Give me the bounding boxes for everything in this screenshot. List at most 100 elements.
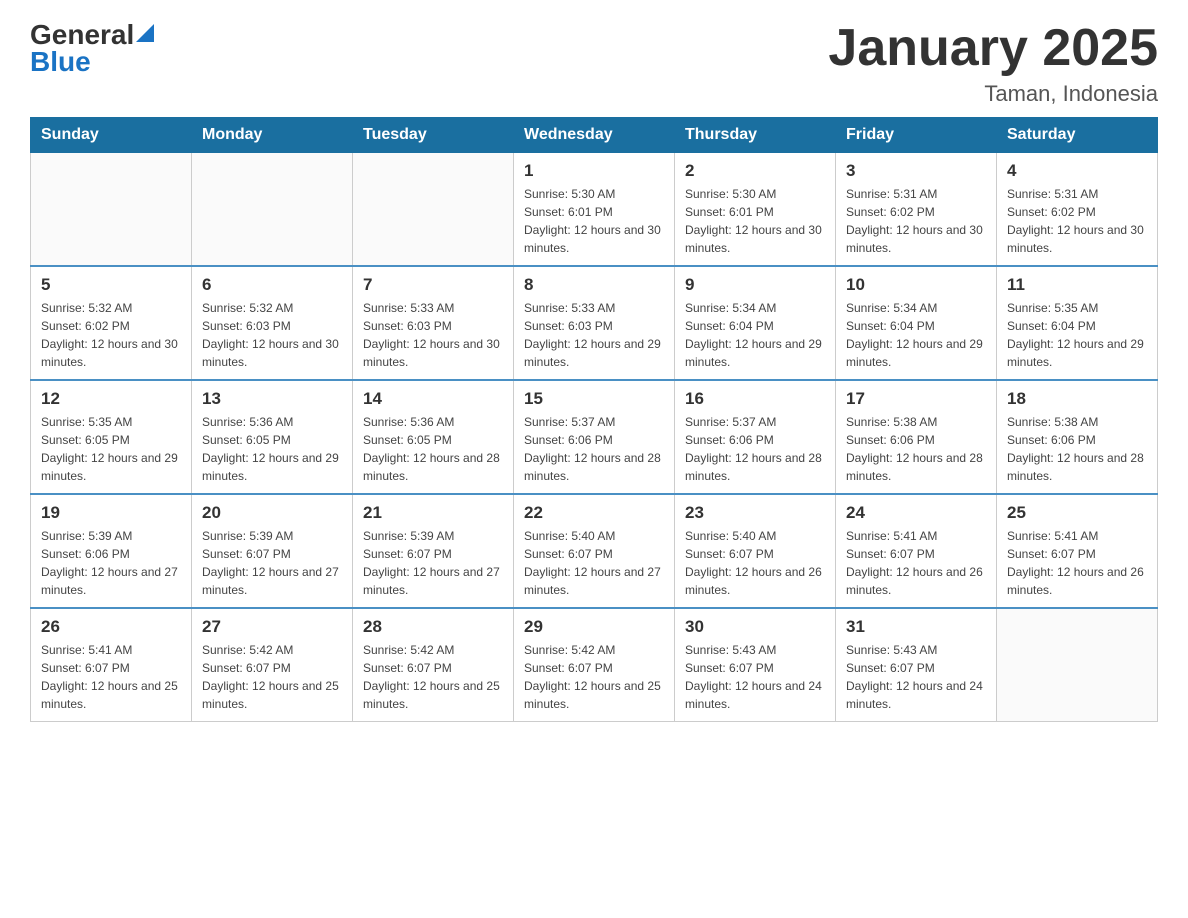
day-number: 7 — [363, 275, 503, 295]
calendar-cell — [353, 153, 514, 267]
day-number: 28 — [363, 617, 503, 637]
day-number: 8 — [524, 275, 664, 295]
day-info: Sunrise: 5:42 AMSunset: 6:07 PMDaylight:… — [363, 641, 503, 713]
day-info-line: Daylight: 12 hours and 25 minutes. — [41, 677, 181, 713]
calendar-week-row: 26Sunrise: 5:41 AMSunset: 6:07 PMDayligh… — [31, 608, 1158, 722]
day-info-line: Sunset: 6:01 PM — [524, 203, 664, 221]
day-number: 17 — [846, 389, 986, 409]
calendar-cell: 24Sunrise: 5:41 AMSunset: 6:07 PMDayligh… — [836, 494, 997, 608]
calendar-cell: 30Sunrise: 5:43 AMSunset: 6:07 PMDayligh… — [675, 608, 836, 722]
page-header: General Blue January 2025 Taman, Indones… — [30, 20, 1158, 107]
day-info-line: Sunset: 6:07 PM — [524, 659, 664, 677]
calendar-cell: 6Sunrise: 5:32 AMSunset: 6:03 PMDaylight… — [192, 266, 353, 380]
day-info-line: Sunrise: 5:41 AM — [1007, 527, 1147, 545]
day-number: 15 — [524, 389, 664, 409]
day-info-line: Sunrise: 5:31 AM — [1007, 185, 1147, 203]
day-info-line: Daylight: 12 hours and 30 minutes. — [363, 335, 503, 371]
day-info-line: Sunset: 6:06 PM — [524, 431, 664, 449]
day-info-line: Sunset: 6:03 PM — [524, 317, 664, 335]
day-info: Sunrise: 5:35 AMSunset: 6:05 PMDaylight:… — [41, 413, 181, 485]
day-info-line: Sunset: 6:07 PM — [1007, 545, 1147, 563]
day-info-line: Sunrise: 5:37 AM — [685, 413, 825, 431]
day-info-line: Sunset: 6:07 PM — [363, 545, 503, 563]
day-info: Sunrise: 5:33 AMSunset: 6:03 PMDaylight:… — [363, 299, 503, 371]
day-info-line: Daylight: 12 hours and 27 minutes. — [363, 563, 503, 599]
day-info-line: Sunrise: 5:34 AM — [846, 299, 986, 317]
day-info-line: Sunrise: 5:32 AM — [202, 299, 342, 317]
day-number: 10 — [846, 275, 986, 295]
day-number: 26 — [41, 617, 181, 637]
day-info-line: Daylight: 12 hours and 25 minutes. — [202, 677, 342, 713]
calendar-cell: 9 Sunrise: 5:34 AMSunset: 6:04 PMDaylight… — [675, 266, 836, 380]
day-info-line: Sunset: 6:05 PM — [202, 431, 342, 449]
day-number: 22 — [524, 503, 664, 523]
day-info-line: Daylight: 12 hours and 28 minutes. — [524, 449, 664, 485]
day-info: Sunrise: 5:38 AMSunset: 6:06 PMDaylight:… — [1007, 413, 1147, 485]
day-info-line: Daylight: 12 hours and 25 minutes. — [363, 677, 503, 713]
day-info: Sunrise: 5:37 AMSunset: 6:06 PMDaylight:… — [685, 413, 825, 485]
day-info: Sunrise: 5:39 AMSunset: 6:06 PMDaylight:… — [41, 527, 181, 599]
day-number: 12 — [41, 389, 181, 409]
day-info-line: Daylight: 12 hours and 24 minutes. — [846, 677, 986, 713]
header-saturday: Saturday — [997, 118, 1158, 153]
day-number: 6 — [202, 275, 342, 295]
logo-blue: Blue — [30, 47, 91, 78]
day-number: 11 — [1007, 275, 1147, 295]
day-info-line: Daylight: 12 hours and 29 minutes. — [846, 335, 986, 371]
day-info: Sunrise: 5:36 AMSunset: 6:05 PMDaylight:… — [202, 413, 342, 485]
day-info-line: Sunrise: 5:36 AM — [202, 413, 342, 431]
day-info-line: Daylight: 12 hours and 29 minutes. — [1007, 335, 1147, 371]
calendar-cell: 22Sunrise: 5:40 AMSunset: 6:07 PMDayligh… — [514, 494, 675, 608]
calendar-cell: 7 Sunrise: 5:33 AMSunset: 6:03 PMDaylight… — [353, 266, 514, 380]
day-info-line: Daylight: 12 hours and 27 minutes. — [41, 563, 181, 599]
day-info-line: Sunset: 6:07 PM — [524, 545, 664, 563]
day-info-line: Sunrise: 5:39 AM — [202, 527, 342, 545]
calendar-cell: 5Sunrise: 5:32 AMSunset: 6:02 PMDaylight… — [31, 266, 192, 380]
day-info-line: Sunrise: 5:31 AM — [846, 185, 986, 203]
calendar-cell: 27Sunrise: 5:42 AMSunset: 6:07 PMDayligh… — [192, 608, 353, 722]
day-info-line: Sunset: 6:07 PM — [846, 545, 986, 563]
day-info-line: Sunrise: 5:42 AM — [524, 641, 664, 659]
day-info: Sunrise: 5:41 AMSunset: 6:07 PMDaylight:… — [1007, 527, 1147, 599]
calendar-title-block: January 2025 Taman, Indonesia — [828, 20, 1158, 107]
day-info-line: Sunset: 6:07 PM — [202, 545, 342, 563]
day-number: 18 — [1007, 389, 1147, 409]
header-tuesday: Tuesday — [353, 118, 514, 153]
day-info-line: Daylight: 12 hours and 30 minutes. — [41, 335, 181, 371]
calendar-cell: 28 Sunrise: 5:42 AMSunset: 6:07 PMDayligh… — [353, 608, 514, 722]
day-number: 23 — [685, 503, 825, 523]
day-info-line: Sunrise: 5:35 AM — [41, 413, 181, 431]
day-info-line: Sunset: 6:04 PM — [685, 317, 825, 335]
day-info: Sunrise: 5:32 AMSunset: 6:02 PMDaylight:… — [41, 299, 181, 371]
calendar-cell: 25Sunrise: 5:41 AMSunset: 6:07 PMDayligh… — [997, 494, 1158, 608]
day-number: 9 — [685, 275, 825, 295]
day-number: 24 — [846, 503, 986, 523]
day-info-line: Sunset: 6:07 PM — [685, 659, 825, 677]
day-number: 29 — [524, 617, 664, 637]
day-info: Sunrise: 5:33 AMSunset: 6:03 PMDaylight:… — [524, 299, 664, 371]
day-info-line: Daylight: 12 hours and 29 minutes. — [685, 335, 825, 371]
day-info: Sunrise: 5:37 AMSunset: 6:06 PMDaylight:… — [524, 413, 664, 485]
day-info: Sunrise: 5:34 AMSunset: 6:04 PMDaylight:… — [846, 299, 986, 371]
day-info-line: Sunrise: 5:38 AM — [846, 413, 986, 431]
day-info-line: Sunset: 6:06 PM — [685, 431, 825, 449]
day-info-line: Sunrise: 5:42 AM — [363, 641, 503, 659]
calendar-cell: 14Sunrise: 5:36 AMSunset: 6:05 PMDayligh… — [353, 380, 514, 494]
day-number: 27 — [202, 617, 342, 637]
calendar-header-row: Sunday Monday Tuesday Wednesday Thursday… — [31, 118, 1158, 153]
day-number: 4 — [1007, 161, 1147, 181]
day-info-line: Sunrise: 5:43 AM — [685, 641, 825, 659]
day-info-line: Sunrise: 5:32 AM — [41, 299, 181, 317]
calendar-cell: 20Sunrise: 5:39 AMSunset: 6:07 PMDayligh… — [192, 494, 353, 608]
calendar-week-row: 5Sunrise: 5:32 AMSunset: 6:02 PMDaylight… — [31, 266, 1158, 380]
calendar-cell: 13Sunrise: 5:36 AMSunset: 6:05 PMDayligh… — [192, 380, 353, 494]
calendar-week-row: 12Sunrise: 5:35 AMSunset: 6:05 PMDayligh… — [31, 380, 1158, 494]
calendar-cell: 16Sunrise: 5:37 AMSunset: 6:06 PMDayligh… — [675, 380, 836, 494]
day-info-line: Sunset: 6:07 PM — [846, 659, 986, 677]
day-info-line: Sunrise: 5:34 AM — [685, 299, 825, 317]
day-info-line: Sunrise: 5:30 AM — [685, 185, 825, 203]
day-info-line: Daylight: 12 hours and 28 minutes. — [363, 449, 503, 485]
day-info-line: Sunset: 6:02 PM — [846, 203, 986, 221]
day-info-line: Sunrise: 5:38 AM — [1007, 413, 1147, 431]
day-info-line: Sunrise: 5:36 AM — [363, 413, 503, 431]
